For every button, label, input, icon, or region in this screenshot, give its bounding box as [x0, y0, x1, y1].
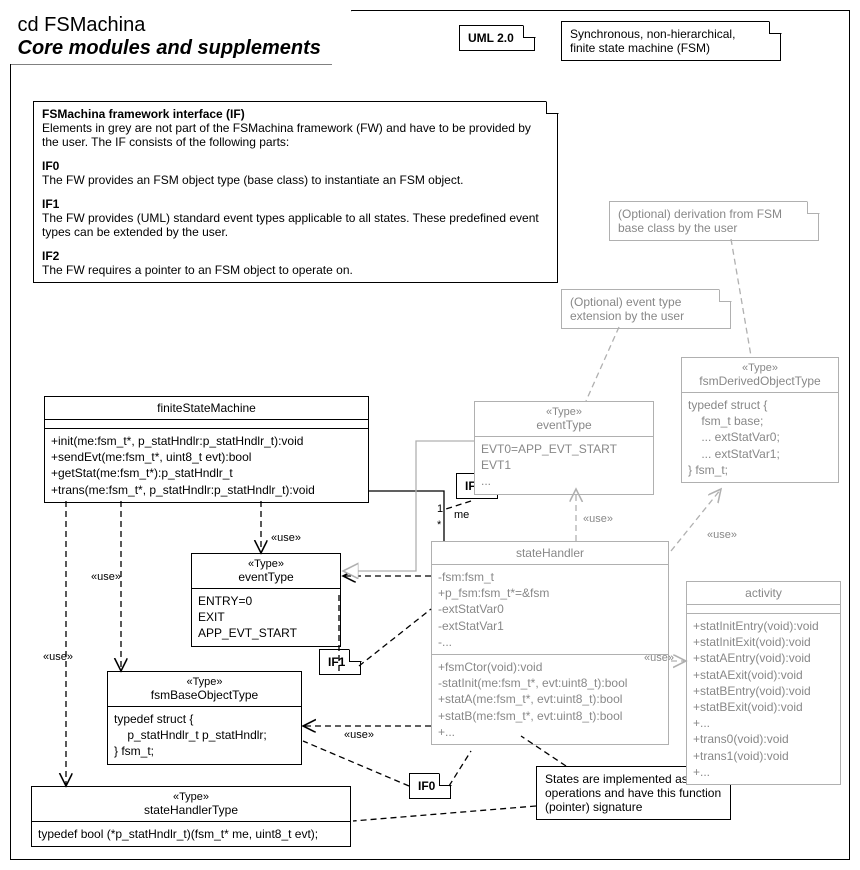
use-label: «use»	[344, 729, 374, 741]
use-label: «use»	[271, 532, 301, 544]
class-name: fsmDerivedObjectType	[688, 374, 832, 388]
note-interface-description: FSMachina framework interface (IF) Eleme…	[33, 101, 558, 283]
class-state-handler: stateHandler -fsm:fsm_t +p_fsm:fsm_t*=&f…	[431, 541, 669, 745]
class-body: EVT0=APP_EVT_START EVT1 ...	[475, 437, 653, 494]
class-body: typedef bool (*p_statHndlr_t)(fsm_t* me,…	[32, 822, 350, 846]
multiplicity-one: 1	[437, 503, 443, 515]
class-body: typedef struct { p_statHndlr_t p_statHnd…	[108, 707, 301, 764]
if0-heading: IF0	[42, 159, 549, 173]
if1-heading: IF1	[42, 197, 549, 211]
frame-title-line1: cd FSMachina	[18, 14, 321, 37]
class-fsm-base-object-type: «Type» fsmBaseObjectType typedef struct …	[107, 671, 302, 765]
note-if0-tag: IF0	[409, 773, 451, 799]
note-optional-event-extension: (Optional) event type extension by the u…	[561, 289, 731, 329]
note-uml-version: UML 2.0	[459, 25, 535, 51]
if2-text: The FW requires a pointer to an FSM obje…	[42, 263, 549, 277]
stereotype: «Type»	[38, 791, 344, 803]
if-title: FSMachina framework interface (IF)	[42, 107, 549, 121]
class-fsm-derived-object-type: «Type» fsmDerivedObjectType typedef stru…	[681, 357, 839, 483]
class-body: ENTRY=0 EXIT APP_EVT_START	[192, 589, 340, 646]
class-ops: +fsmCtor(void):void -statInit(me:fsm_t*,…	[432, 655, 668, 744]
stereotype: «Type»	[688, 362, 832, 374]
stereotype: «Type»	[481, 406, 647, 418]
class-name: activity	[693, 586, 834, 600]
role-me: me	[454, 509, 469, 521]
use-label: «use»	[91, 571, 121, 583]
class-event-type: «Type» eventType ENTRY=0 EXIT APP_EVT_ST…	[191, 553, 341, 647]
class-attrs: -fsm:fsm_t +p_fsm:fsm_t*=&fsm -extStatVa…	[432, 565, 668, 655]
frame-tab: cd FSMachina Core modules and supplement…	[10, 10, 352, 65]
class-ops: +init(me:fsm_t*, p_statHndlr:p_statHndlr…	[45, 429, 368, 502]
use-label: «use»	[707, 529, 737, 541]
if0-text: The FW provides an FSM object type (base…	[42, 173, 549, 187]
frame-title-line2: Core modules and supplements	[18, 37, 321, 60]
class-name: eventType	[198, 570, 334, 584]
diagram-frame: cd FSMachina Core modules and supplement…	[10, 10, 850, 860]
if1-text: The FW provides (UML) standard event typ…	[42, 211, 549, 239]
class-ops: +statInitEntry(void):void +statInitExit(…	[687, 614, 840, 784]
class-body: typedef struct { fsm_t base; ... extStat…	[682, 393, 838, 482]
use-label: «use»	[644, 652, 674, 664]
class-name: stateHandler	[438, 546, 662, 560]
class-name: finiteStateMachine	[45, 397, 368, 420]
stereotype: «Type»	[114, 676, 295, 688]
note-if1-tag: IF1	[319, 649, 361, 675]
class-activity: activity +statInitEntry(void):void +stat…	[686, 581, 841, 785]
class-name: fsmBaseObjectType	[114, 688, 295, 702]
stereotype: «Type»	[198, 558, 334, 570]
if2-heading: IF2	[42, 249, 549, 263]
use-label: «use»	[583, 513, 613, 525]
multiplicity-star: *	[437, 519, 441, 531]
note-optional-derivation: (Optional) derivation from FSM base clas…	[609, 201, 819, 241]
class-name: stateHandlerType	[38, 803, 344, 817]
class-name: eventType	[481, 418, 647, 432]
if-intro: Elements in grey are not part of the FSM…	[42, 121, 549, 149]
use-label: «use»	[43, 651, 73, 663]
note-description: Synchronous, non-hierarchical, finite st…	[561, 21, 781, 61]
class-event-type-user: «Type» eventType EVT0=APP_EVT_START EVT1…	[474, 401, 654, 495]
class-finite-state-machine: finiteStateMachine +init(me:fsm_t*, p_st…	[44, 396, 369, 503]
class-state-handler-type: «Type» stateHandlerType typedef bool (*p…	[31, 786, 351, 847]
